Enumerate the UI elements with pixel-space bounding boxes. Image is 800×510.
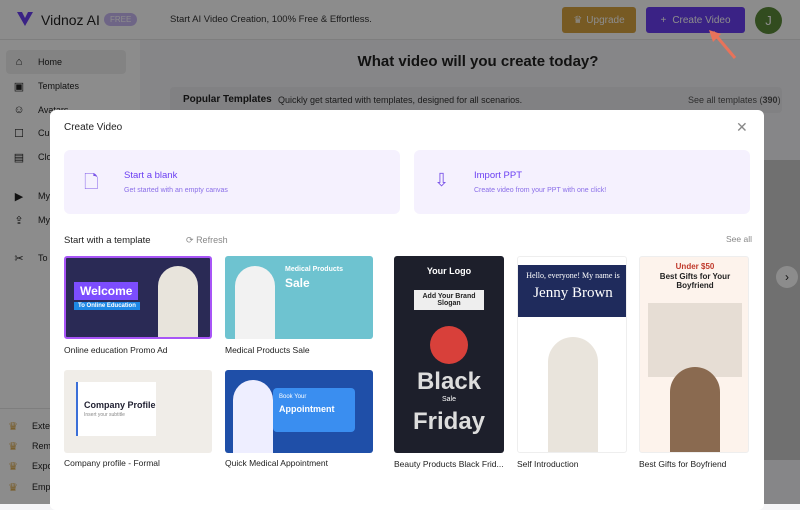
- modal-title: Create Video: [64, 122, 123, 133]
- model-image: [430, 326, 468, 364]
- thumb-subtitle: To Online Education: [74, 302, 140, 310]
- template-label: Company profile - Formal: [64, 458, 160, 468]
- close-icon[interactable]: ✕: [736, 119, 748, 136]
- thumb-big-text: Friday: [412, 408, 486, 435]
- template-label: Beauty Products Black Frid...: [394, 459, 504, 469]
- thumb-title: Book Your: [279, 394, 307, 400]
- presenter-image: [235, 266, 275, 339]
- gift-images: [648, 303, 742, 377]
- presenter-image: [548, 337, 598, 452]
- refresh-icon: ⟳: [186, 235, 194, 245]
- pointer-arrow-icon: [709, 30, 737, 59]
- template-card[interactable]: Hello, everyone! My name is Jenny Brown: [517, 256, 627, 453]
- thumb-title: Hello, everyone! My name is: [526, 271, 620, 280]
- thumb-title: Welcome: [74, 282, 139, 300]
- import-ppt-option[interactable]: ⇩ Import PPT Create video from your PPT …: [414, 150, 750, 214]
- template-card[interactable]: Welcome To Online Education: [64, 256, 212, 339]
- option-title: Start a blank: [124, 170, 178, 181]
- see-all-link[interactable]: See all: [726, 234, 752, 244]
- template-label: Best Gifts for Boyfriend: [639, 459, 727, 469]
- thumb-subtitle: Insert your subtitle: [84, 412, 125, 418]
- thumb-title: Your Logo: [426, 266, 472, 276]
- blank-file-icon: 🗋: [84, 172, 99, 192]
- option-desc: Get started with an empty canvas: [124, 187, 228, 194]
- thumb-title: Company Profile: [84, 400, 156, 410]
- template-label: Online education Promo Ad: [64, 345, 168, 355]
- template-label: Self Introduction: [517, 459, 579, 469]
- template-card[interactable]: Book Your Appointment: [225, 370, 373, 453]
- thumb-title: Under $50: [675, 262, 715, 271]
- thumb-subtitle: Best Gifts for Your Boyfriend: [659, 272, 731, 290]
- start-blank-option[interactable]: 🗋 Start a blank Get started with an empt…: [64, 150, 400, 214]
- presenter-image: [670, 367, 720, 452]
- template-card[interactable]: Under $50 Best Gifts for Your Boyfriend: [639, 256, 749, 453]
- option-desc: Create video from your PPT with one clic…: [474, 187, 607, 194]
- thumb-subtitle: Jenny Brown: [533, 285, 613, 301]
- thumb-sale-text: Sale: [441, 396, 456, 403]
- template-card[interactable]: Medical Products Sale: [225, 256, 373, 339]
- thumb-big-text: Black: [416, 368, 482, 395]
- refresh-label: Refresh: [196, 235, 228, 245]
- template-label: Medical Products Sale: [225, 345, 310, 355]
- template-card[interactable]: Your Logo Add Your Brand Slogan Black Sa…: [394, 256, 504, 453]
- presenter-image: [158, 266, 198, 337]
- template-label: Quick Medical Appointment: [225, 458, 328, 468]
- thumb-subtitle: Sale: [285, 276, 310, 290]
- template-card[interactable]: Company Profile Insert your subtitle: [64, 370, 212, 453]
- thumb-title: Medical Products: [285, 266, 343, 273]
- refresh-button[interactable]: ⟳ Refresh: [186, 235, 228, 246]
- thumb-subtitle: Appointment: [279, 404, 335, 414]
- thumb-subtitle: Add Your Brand Slogan: [414, 290, 484, 310]
- presenter-image: [233, 380, 273, 453]
- create-video-modal: Create Video ✕ 🗋 Start a blank Get start…: [50, 110, 764, 510]
- section-title: Start with a template: [64, 235, 151, 246]
- import-tray-icon: ⇩: [434, 170, 450, 190]
- option-title: Import PPT: [474, 170, 523, 181]
